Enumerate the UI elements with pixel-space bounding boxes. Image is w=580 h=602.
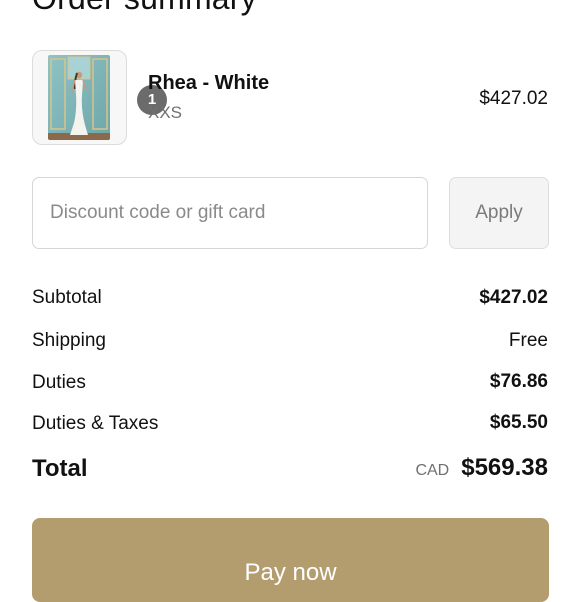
subtotal-label: Subtotal [32,287,102,308]
duties-value: $76.86 [489,371,548,392]
product-thumbnail: 1 [32,50,167,145]
total-currency: CAD [415,462,450,479]
discount-code-input[interactable] [32,177,428,249]
duties-taxes-label: Duties & Taxes [32,413,159,434]
order-summary-heading: Order summary [32,0,257,17]
shipping-value: Free [508,330,548,351]
product-name: Rhea - White [148,72,270,94]
duties-taxes-value: $65.50 [489,412,548,433]
product-image [48,55,110,140]
duties-label: Duties [32,372,86,393]
subtotal-value: $427.02 [479,287,548,308]
shipping-label: Shipping [32,330,106,351]
total-value: CAD $569.38 [415,454,548,482]
product-variant: XXS [148,103,183,122]
total-label: Total [32,455,88,482]
apply-discount-button[interactable]: Apply [449,177,549,249]
pay-now-button[interactable]: Pay now [32,518,549,602]
product-price: $427.02 [479,88,548,109]
total-amount: $569.38 [461,454,548,481]
